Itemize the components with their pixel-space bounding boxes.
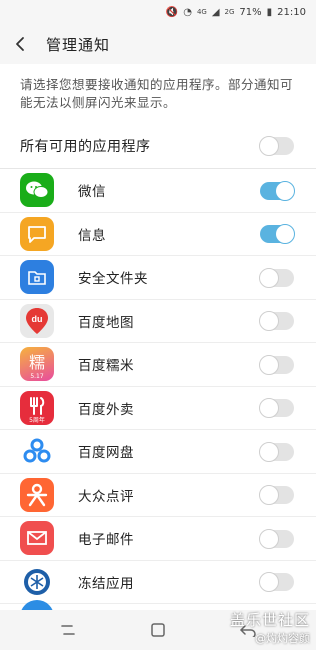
all-apps-label: 所有可用的应用程序	[20, 138, 151, 155]
back-button[interactable]	[0, 24, 40, 64]
toggle-knob	[259, 441, 279, 462]
toggle-knob	[259, 528, 279, 549]
baidu-nuomi-icon: 糯 5.17	[20, 347, 54, 382]
network-type: 4G	[196, 8, 207, 16]
baidu-waimai-toggle[interactable]	[259, 398, 294, 418]
battery-icon: ▮	[266, 6, 273, 18]
toggle-knob	[259, 267, 279, 288]
clock: 21:10	[277, 6, 306, 18]
toggle-knob	[259, 398, 279, 418]
toggle-knob	[259, 136, 279, 156]
secure-folder-toggle[interactable]	[259, 267, 294, 288]
freeze-app-icon	[20, 564, 54, 599]
email-toggle[interactable]	[259, 528, 294, 549]
messages-icon	[20, 216, 54, 251]
messages-toggle[interactable]	[260, 224, 295, 244]
app-name: 信息	[78, 227, 106, 244]
toggle-knob	[259, 572, 279, 592]
baidu-waimai-icon: 5周年	[20, 390, 54, 425]
app-row-freeze-app[interactable]: 冻结应用	[0, 561, 316, 604]
page-title: 管理通知	[46, 35, 111, 54]
baidu-netdisk-toggle[interactable]	[259, 441, 294, 462]
app-row-email[interactable]: 电子邮件	[0, 517, 316, 561]
dianping-icon	[20, 477, 54, 512]
baidu-netdisk-icon	[20, 434, 54, 469]
watermark: 盖乐世社区 @灼灼容颜	[230, 609, 310, 646]
toggle-knob	[275, 180, 295, 201]
baidu-nuomi-icon-text: 糯	[29, 353, 45, 372]
baidu-map-icon-text: du	[32, 314, 43, 324]
secondary-network: 2G	[224, 8, 235, 16]
wechat-toggle[interactable]	[260, 180, 295, 201]
toggle-knob	[259, 311, 279, 331]
header: 管理通知	[0, 24, 316, 64]
dianping-toggle[interactable]	[259, 485, 294, 505]
app-name: 电子邮件	[78, 532, 134, 549]
toggle-knob	[259, 354, 279, 375]
wifi-icon: ◔	[183, 6, 192, 18]
toggle-knob	[259, 485, 279, 505]
home-button[interactable]	[148, 620, 168, 640]
app-row-baidu-map[interactable]: du 百度地图	[0, 300, 316, 343]
app-name: 百度糯米	[78, 358, 134, 375]
app-row-baidu-netdisk[interactable]: 百度网盘	[0, 430, 316, 474]
recent-apps-button[interactable]	[58, 620, 78, 640]
secure-folder-icon	[20, 260, 54, 295]
baidu-nuomi-toggle[interactable]	[259, 354, 294, 375]
home-icon	[151, 623, 165, 637]
back-arrow-icon	[16, 37, 24, 51]
baidu-nuomi-icon-subtext: 5.17	[30, 373, 44, 380]
description-text: 请选择您想要接收通知的应用程序。部分通知可能无法以侧屏闪光来显示。	[20, 77, 294, 110]
app-name: 大众点评	[78, 488, 134, 505]
app-row-baidu-waimai[interactable]: 5周年 百度外卖	[0, 387, 316, 430]
app-name: 微信	[78, 184, 106, 201]
battery-level: 71%	[239, 6, 262, 18]
app-name: 安全文件夹	[78, 271, 148, 288]
partial-app-icon	[20, 600, 54, 610]
watermark-author: @灼灼容颜	[255, 632, 310, 645]
app-name: 百度外卖	[78, 401, 134, 418]
toggle-knob	[275, 224, 295, 244]
all-apps-row[interactable]: 所有可用的应用程序	[0, 123, 316, 169]
app-name: 百度网盘	[78, 445, 134, 462]
app-list: 微信 信息 安全文件夹 du 百度地图 糯 5.17 百度糯米 5周年 百度外卖…	[0, 169, 316, 604]
status-bar: 🔇 ◔ 4G ◢ 2G 71% ▮ 21:10	[0, 0, 316, 24]
app-row-dianping[interactable]: 大众点评	[0, 474, 316, 517]
email-icon	[20, 521, 54, 556]
app-row-baidu-nuomi[interactable]: 糯 5.17 百度糯米	[0, 343, 316, 387]
recent-apps-icon	[61, 625, 75, 635]
watermark-title: 盖乐世社区	[229, 611, 310, 629]
wechat-icon	[20, 173, 54, 208]
app-row-messages[interactable]: 信息	[0, 213, 316, 256]
baidu-map-icon: du	[20, 303, 54, 338]
baidu-waimai-icon-subtext: 5周年	[29, 416, 45, 424]
app-name: 百度地图	[78, 314, 134, 331]
app-name: 冻结应用	[78, 575, 134, 592]
all-apps-toggle[interactable]	[259, 136, 294, 156]
freeze-app-toggle[interactable]	[259, 572, 294, 592]
signal-icon: ◢	[211, 6, 220, 18]
app-row-secure-folder[interactable]: 安全文件夹	[0, 256, 316, 300]
app-row-wechat[interactable]: 微信	[0, 169, 316, 213]
mute-icon: 🔇	[165, 6, 179, 18]
baidu-map-toggle[interactable]	[259, 311, 294, 331]
